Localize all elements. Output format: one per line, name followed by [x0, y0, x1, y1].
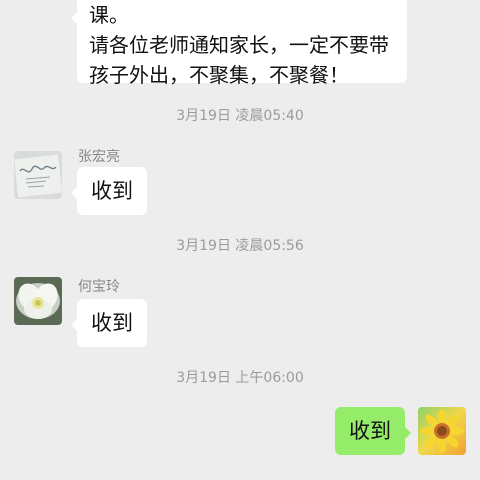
timestamp: 3月19日 凌晨05:40 — [176, 108, 304, 124]
message-bubble-notice[interactable]: 课。 请各位老师通知家长，一定不要带 孩子外出，不聚集，不聚餐！ — [71, 0, 407, 87]
avatar-zhang-icon[interactable] — [14, 151, 62, 199]
timestamp: 3月19日 上午06:00 — [176, 370, 304, 386]
handwritten-card-icon — [14, 151, 62, 199]
message-text: 收到 — [349, 419, 391, 443]
avatar-self-icon[interactable] — [418, 407, 466, 455]
message-bubble-outgoing[interactable]: 收到 — [335, 407, 411, 455]
message-text: 收到 — [91, 179, 133, 203]
sender-name: 张宏亮 — [78, 149, 120, 165]
sender-name: 何宝玲 — [78, 279, 120, 295]
message-bubble[interactable]: 收到 — [71, 299, 147, 347]
sunflower-icon — [418, 407, 466, 455]
message-line: 孩子外出，不聚集，不聚餐！ — [89, 63, 349, 87]
message-bubble[interactable]: 收到 — [71, 167, 147, 215]
white-flower-icon — [14, 277, 62, 325]
timestamp: 3月19日 凌晨05:56 — [176, 238, 304, 254]
avatar-he-icon[interactable] — [14, 277, 62, 325]
message-line: 课。 — [89, 3, 129, 27]
message-line: 请各位老师通知家长，一定不要带 — [89, 33, 389, 57]
message-text: 收到 — [91, 311, 133, 335]
